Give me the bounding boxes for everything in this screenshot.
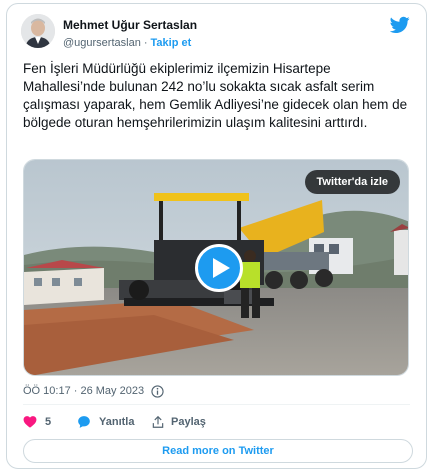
avatar[interactable] [21, 14, 55, 48]
divider [23, 404, 410, 405]
reply-bubble-icon [78, 416, 90, 428]
reply-button[interactable]: Yanıtla [77, 414, 147, 432]
follow-link[interactable]: Takip et [151, 37, 192, 49]
play-button[interactable] [195, 244, 243, 292]
share-button[interactable]: Paylaş [151, 414, 221, 432]
tweet-header: Mehmet Uğur Sertaslan @ugursertaslan · Tak… [21, 14, 414, 54]
like-count: 5 [45, 416, 52, 428]
share-label: Paylaş [171, 416, 206, 428]
display-name[interactable]: Mehmet Uğur Sertaslan [63, 18, 197, 32]
user-handle[interactable]: @ugursertaslan [63, 37, 141, 49]
reply-label: Yanıtla [99, 416, 135, 428]
tweet-video[interactable]: Twitter'da izle [23, 159, 409, 376]
like-button[interactable]: 5 [23, 414, 63, 432]
heart-icon [23, 416, 37, 428]
tweet-text: Fen İşleri Müdürlüğü ekiplerimiz ilçemiz… [23, 61, 408, 130]
read-more-button[interactable]: Read more on Twitter [23, 439, 413, 463]
tweet-timestamp[interactable]: ÖÖ 10:17 · 26 May 2023 [23, 385, 164, 398]
play-icon [213, 258, 230, 278]
share-icon [152, 415, 164, 428]
twitter-bird-icon[interactable] [390, 16, 410, 34]
info-icon[interactable] [151, 385, 164, 398]
separator-dot: · [143, 37, 148, 49]
tweet-card: Mehmet Uğur Sertaslan @ugursertaslan · Tak… [6, 3, 427, 469]
timestamp-text[interactable]: ÖÖ 10:17 · 26 May 2023 [23, 385, 144, 397]
watch-on-twitter-button[interactable]: Twitter'da izle [304, 170, 400, 194]
